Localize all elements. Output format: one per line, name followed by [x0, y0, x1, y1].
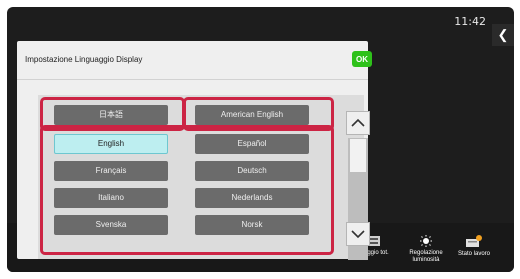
- divider: [17, 79, 368, 80]
- job-status-icon: [466, 235, 482, 247]
- dialog-title: Impostazione Linguaggio Display: [25, 55, 143, 64]
- brightness-icon: [420, 235, 432, 247]
- clock: 11:42: [454, 15, 486, 28]
- language-option[interactable]: 日本語: [54, 105, 168, 125]
- language-option[interactable]: Svenska: [54, 215, 168, 235]
- language-option[interactable]: Nederlands: [195, 188, 309, 208]
- bottom-item-label: Stato lavoro: [457, 251, 491, 257]
- scroll-up-button[interactable]: [346, 111, 370, 135]
- language-option-selected[interactable]: English: [54, 134, 168, 154]
- language-option[interactable]: Español: [195, 134, 309, 154]
- bottom-item-job-status[interactable]: Stato lavoro: [453, 235, 495, 258]
- back-chevron-icon[interactable]: ❮: [492, 24, 514, 46]
- language-option[interactable]: Norsk: [195, 215, 309, 235]
- language-option[interactable]: American English: [195, 105, 309, 125]
- bottom-item-brightness[interactable]: Regolazione luminosità: [405, 235, 447, 264]
- language-option[interactable]: Italiano: [54, 188, 168, 208]
- bottom-item-label: Regolazione luminosità: [409, 250, 443, 263]
- scrollbar-thumb[interactable]: [350, 139, 366, 172]
- ok-button[interactable]: OK: [352, 51, 372, 67]
- language-option[interactable]: Français: [54, 161, 168, 181]
- touch-screen: 11:42 ❮ ...eggio tot. Regolazione lumino…: [7, 7, 514, 272]
- chevron-up-icon: [351, 118, 365, 127]
- language-dialog: Impostazione Linguaggio Display OK 日本語 A…: [17, 41, 372, 260]
- language-option[interactable]: Deutsch: [195, 161, 309, 181]
- chevron-down-icon: [351, 230, 365, 239]
- scroll-down-button[interactable]: [346, 222, 370, 246]
